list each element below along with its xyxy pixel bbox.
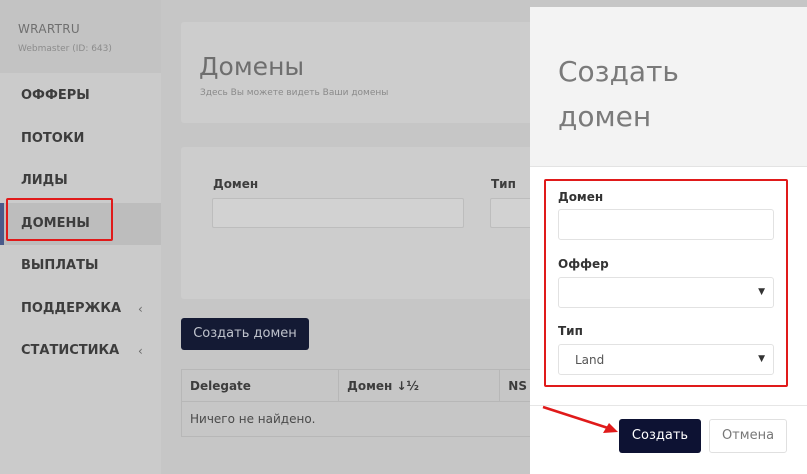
type-select[interactable]: Land ▼ bbox=[558, 344, 774, 375]
domain-label: Домен bbox=[558, 190, 604, 204]
filter-type-label: Тип bbox=[491, 177, 516, 191]
nav-item-label: ВЫПЛАТЫ bbox=[21, 258, 99, 273]
modal-header: Создать домен bbox=[530, 7, 807, 167]
create-domain-button[interactable]: Создать домен bbox=[181, 318, 309, 350]
offer-label: Оффер bbox=[558, 257, 609, 271]
brand-block: WRARTRU Webmaster (ID: 643) bbox=[0, 0, 161, 73]
nav-item-streams[interactable]: ПОТОКИ bbox=[0, 118, 161, 161]
column-header-delegate[interactable]: Delegate bbox=[182, 370, 340, 401]
chevron-left-icon: ‹ bbox=[138, 344, 143, 358]
annotation-highlight-domains bbox=[6, 198, 113, 241]
offer-select[interactable]: ▼ bbox=[558, 277, 774, 308]
caret-down-icon: ▼ bbox=[758, 287, 765, 297]
page-title: Домены bbox=[199, 52, 305, 81]
nav-item-payouts[interactable]: ВЫПЛАТЫ bbox=[0, 245, 161, 288]
nav-item-label: ПОДДЕРЖКА bbox=[21, 300, 122, 316]
nav-item-label: ПОТОКИ bbox=[21, 130, 85, 146]
nav-item-label: ОФФЕРЫ bbox=[21, 88, 90, 103]
filter-domain-label: Домен bbox=[213, 177, 259, 191]
type-select-value: Land bbox=[575, 353, 605, 367]
nav-item-label: СТАТИСТИКА bbox=[21, 343, 120, 358]
domain-input[interactable] bbox=[558, 209, 774, 240]
nav-item-offers[interactable]: ОФФЕРЫ bbox=[0, 75, 161, 118]
page-header-card: Домены Здесь Вы можете видеть Ваши домен… bbox=[181, 22, 541, 123]
column-header-domain[interactable]: Домен ↓½ bbox=[339, 370, 501, 401]
page-subtitle: Здесь Вы можете видеть Ваши домены bbox=[200, 88, 389, 98]
nav-item-leads[interactable]: ЛИДЫ bbox=[0, 160, 161, 203]
domains-table: Delegate Домен ↓½ NS Ничего не найдено. bbox=[181, 369, 561, 437]
chevron-left-icon: ‹ bbox=[138, 301, 143, 316]
table-header: Delegate Домен ↓½ NS bbox=[182, 370, 560, 402]
brand-name: WRARTRU bbox=[18, 22, 80, 36]
filter-card: Домен Тип bbox=[181, 147, 550, 299]
filter-domain-input[interactable] bbox=[212, 198, 464, 228]
table-empty-message: Ничего не найдено. bbox=[190, 412, 316, 426]
nav-item-support[interactable]: ПОДДЕРЖКА ‹ bbox=[0, 288, 161, 331]
submit-create-button[interactable]: Создать bbox=[619, 419, 701, 453]
type-label: Тип bbox=[558, 324, 583, 338]
cancel-button[interactable]: Отмена bbox=[709, 419, 787, 453]
nav-item-label: ЛИДЫ bbox=[21, 173, 68, 188]
modal-title: Создать домен bbox=[558, 55, 679, 133]
caret-down-icon: ▼ bbox=[758, 354, 765, 364]
user-id: Webmaster (ID: 643) bbox=[18, 44, 112, 54]
annotation-arrow-icon bbox=[542, 405, 618, 433]
nav-item-statistics[interactable]: СТАТИСТИКА ‹ bbox=[0, 330, 161, 373]
